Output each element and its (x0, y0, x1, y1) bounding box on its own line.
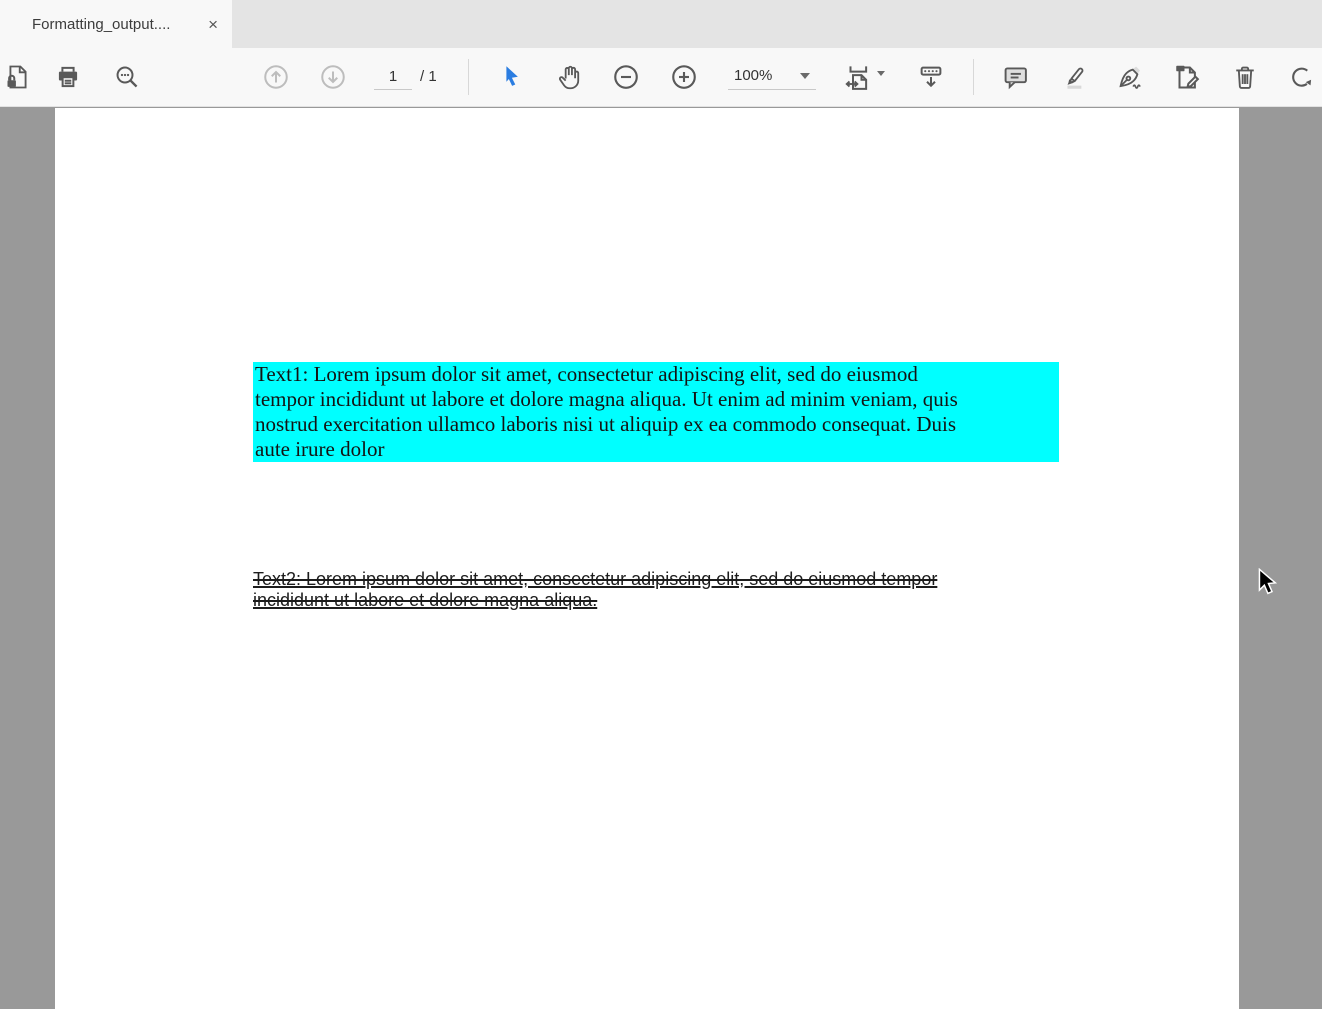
scroll-mode-icon[interactable] (913, 59, 949, 95)
tab-title: Formatting_output.... (32, 16, 198, 33)
chevron-down-icon (800, 73, 810, 79)
highlighted-paragraph: Text1: Lorem ipsum dolor sit amet, conse… (253, 362, 1059, 462)
previous-page-icon[interactable] (258, 59, 294, 95)
document-canvas: Text1: Lorem ipsum dolor sit amet, conse… (0, 108, 1322, 1009)
tab-close-icon[interactable]: × (208, 16, 218, 33)
protected-document-icon[interactable] (0, 59, 36, 95)
zoom-out-icon[interactable] (608, 59, 644, 95)
zoom-in-icon[interactable] (666, 59, 702, 95)
strikethrough-paragraph: Text2: Lorem ipsum dolor sit amet, conse… (253, 569, 937, 611)
comment-icon[interactable] (997, 59, 1033, 95)
text-line: aute irure dolor (255, 437, 1059, 462)
text-line: Text1: Lorem ipsum dolor sit amet, conse… (255, 362, 1059, 387)
page-number-input[interactable] (374, 64, 412, 90)
rotate-icon[interactable] (1284, 59, 1320, 95)
toolbar: / 1 100% (0, 48, 1322, 107)
toolbar-separator (468, 59, 469, 95)
tab-bar: Formatting_output.... × (0, 0, 1322, 48)
page-total-label: / 1 (420, 64, 437, 90)
highlight-icon[interactable] (1055, 59, 1091, 95)
print-icon[interactable] (50, 59, 86, 95)
select-tool-icon[interactable] (494, 59, 530, 95)
hand-tool-icon[interactable] (552, 59, 588, 95)
chevron-down-icon (877, 71, 885, 76)
signature-icon[interactable] (1112, 59, 1148, 95)
delete-icon[interactable] (1227, 59, 1263, 95)
next-page-icon[interactable] (315, 59, 351, 95)
pdf-viewer-window: Formatting_output.... × (0, 0, 1322, 1009)
search-icon[interactable] (109, 59, 145, 95)
text-line: incididunt ut labore et dolore magna ali… (253, 590, 937, 611)
fit-width-icon[interactable] (840, 59, 888, 95)
document-tab[interactable]: Formatting_output.... × (0, 0, 232, 48)
text-line: tempor incididunt ut labore et dolore ma… (255, 387, 1059, 412)
pdf-page[interactable]: Text1: Lorem ipsum dolor sit amet, conse… (55, 108, 1239, 1009)
zoom-level-select[interactable]: 100% (728, 62, 816, 90)
zoom-level-value: 100% (734, 67, 800, 84)
text-line: nostrud exercitation ullamco laboris nis… (255, 412, 1059, 437)
edit-document-icon[interactable] (1169, 59, 1205, 95)
mouse-cursor-icon (1257, 568, 1281, 598)
toolbar-separator (973, 59, 974, 95)
text-line: Text2: Lorem ipsum dolor sit amet, conse… (253, 569, 937, 590)
